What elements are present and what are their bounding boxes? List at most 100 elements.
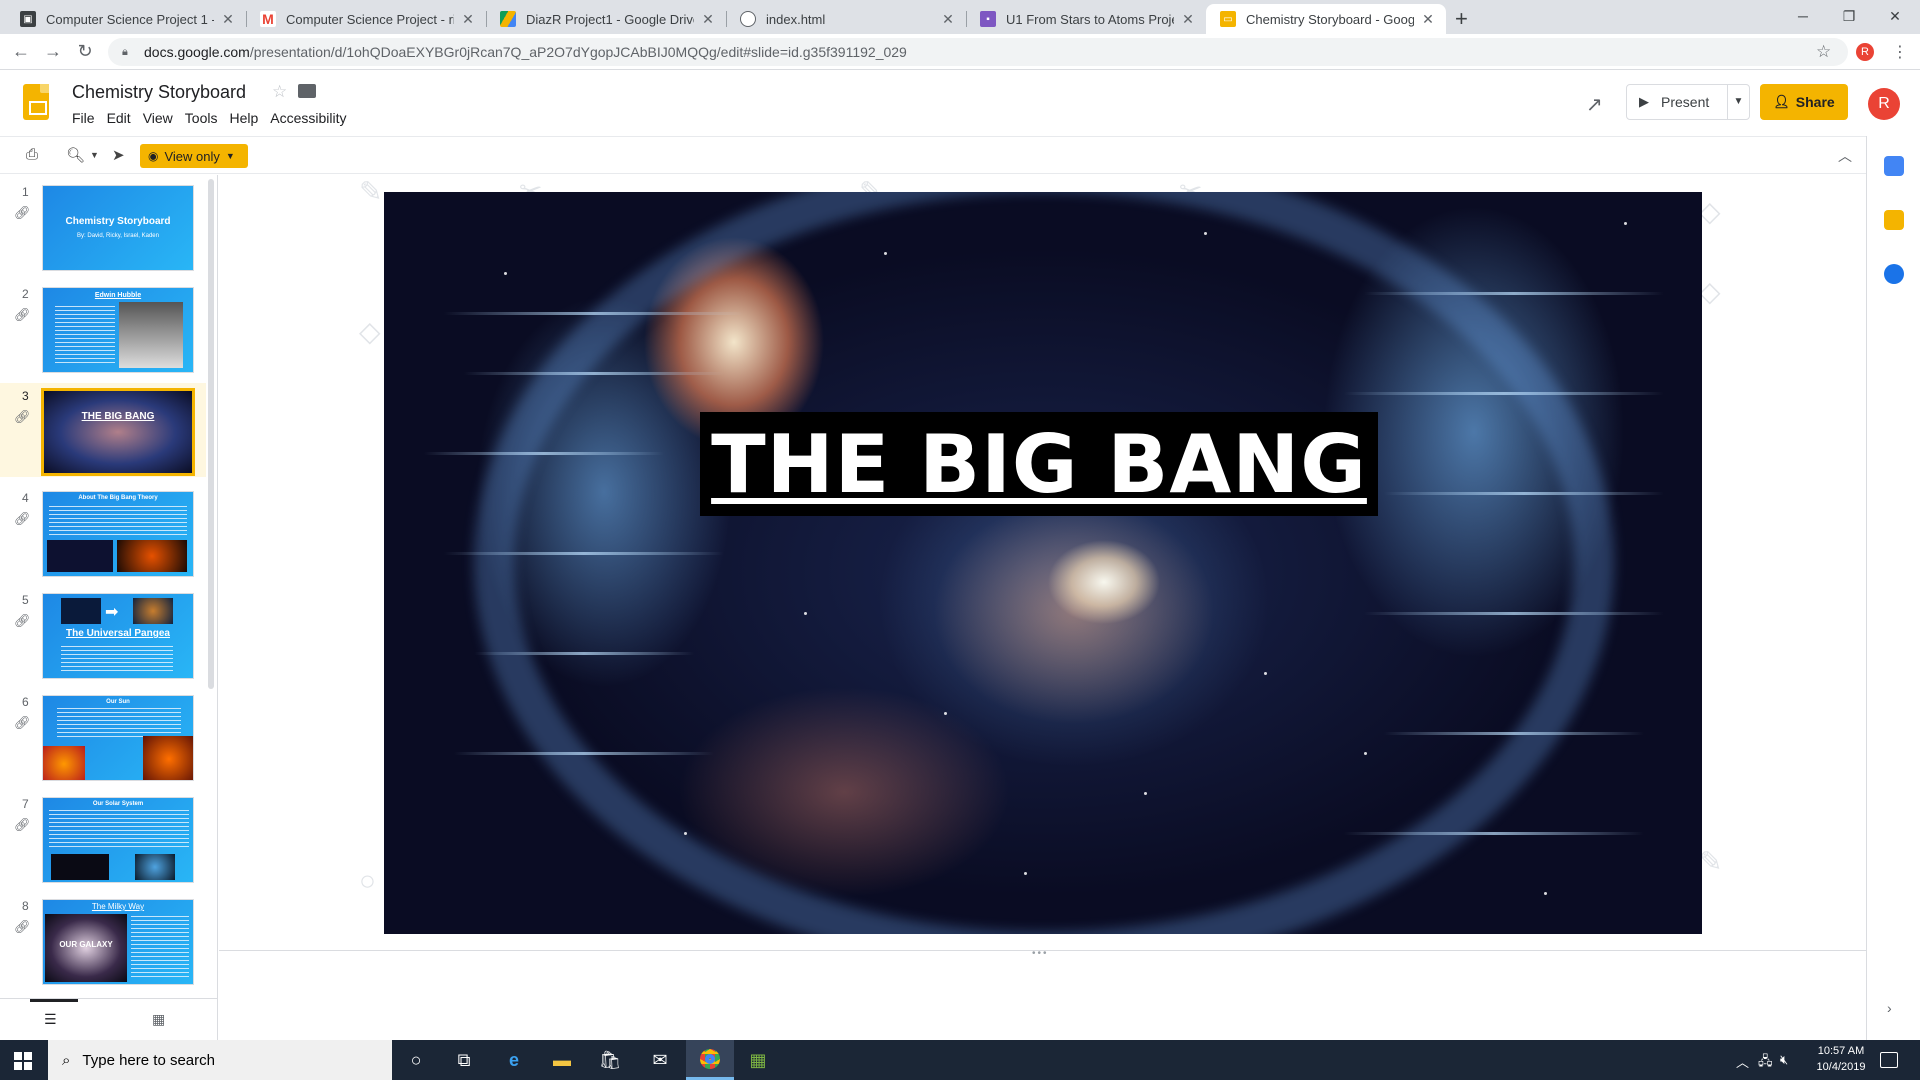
slide-thumbnail-row[interactable]: 2 🔗︎ Edwin Hubble xyxy=(0,281,206,375)
browser-tab[interactable]: ▪ U1 From Stars to Atoms Project- ✕ xyxy=(966,4,1206,34)
expand-panel-icon[interactable]: › xyxy=(1887,1000,1892,1016)
calendar-icon[interactable] xyxy=(1884,156,1904,176)
browser-tab[interactable]: index.html ✕ xyxy=(726,4,966,34)
window-close-icon[interactable]: ✕ xyxy=(1872,4,1918,28)
present-dropdown-icon[interactable]: ▼ xyxy=(1727,85,1749,119)
star-dot xyxy=(804,612,807,615)
volume-mute-icon[interactable]: 🔇︎ xyxy=(1780,1052,1788,1068)
menu-tools[interactable]: Tools xyxy=(185,110,218,126)
slide-thumbnail-row[interactable]: 6 🔗︎ Our Sun xyxy=(0,689,206,783)
account-avatar[interactable]: R xyxy=(1868,88,1900,120)
windows-start-icon[interactable] xyxy=(14,1052,32,1070)
notification-icon[interactable] xyxy=(1880,1052,1898,1068)
reload-icon[interactable]: ↻ xyxy=(74,41,96,62)
share-label: Share xyxy=(1795,94,1835,110)
file-explorer-icon[interactable]: ▬ xyxy=(538,1040,586,1080)
menu-edit[interactable]: Edit xyxy=(107,110,131,126)
url-input[interactable]: 🔒︎ docs.google.com/presentation/d/1ohQDo… xyxy=(108,38,1848,66)
tray-chevron-icon[interactable]: ︿ xyxy=(1736,1052,1749,1071)
share-button[interactable]: 👤︎ Share xyxy=(1760,84,1848,120)
filmstrip-scrollbar[interactable] xyxy=(208,179,214,689)
browser-tab-active[interactable]: ▭ Chemistry Storyboard - Google S ✕ xyxy=(1206,4,1446,34)
new-tab-icon[interactable]: + xyxy=(1455,6,1468,32)
slide-thumbnail[interactable]: About The Big Bang Theory xyxy=(42,491,194,577)
taskbar-clock[interactable]: 10:57 AM 10/4/2019 xyxy=(1804,1043,1878,1075)
slide-thumbnail[interactable]: Edwin Hubble xyxy=(42,287,194,373)
speaker-notes[interactable] xyxy=(219,956,1866,1040)
slide-thumbnail-row[interactable]: 5 🔗︎ ➡ The Universal Pangea xyxy=(0,587,206,681)
folder-icon[interactable] xyxy=(298,84,316,98)
current-slide[interactable]: THE BIG BANG xyxy=(384,192,1702,934)
star-dot xyxy=(1624,222,1627,225)
edge-icon[interactable]: e xyxy=(490,1040,538,1080)
view-only-button[interactable]: ◉ View only ▼ xyxy=(140,144,248,168)
keep-icon[interactable] xyxy=(1884,210,1904,230)
activity-dashboard-icon[interactable]: ↗ xyxy=(1586,92,1603,117)
slide-thumbnail-row[interactable]: 7 🔗︎ Our Solar System xyxy=(0,791,206,885)
arrow-right-icon: ➡ xyxy=(105,604,119,621)
thumbnail-text-lines xyxy=(61,646,173,674)
slide-thumbnail[interactable]: The Milky Way OUR GALAXY xyxy=(42,899,194,985)
print-icon[interactable]: ⎙ xyxy=(26,146,38,163)
menu-view[interactable]: View xyxy=(143,110,173,126)
task-view-icon[interactable]: ⧉ xyxy=(440,1040,488,1080)
thumbnail-subtitle: By: David, Ricky, Israel, Kaden xyxy=(77,233,159,239)
link-icon: 🔗︎ xyxy=(14,409,31,424)
collapse-toolbar-icon[interactable]: ︿ xyxy=(1838,146,1852,166)
close-icon[interactable]: ✕ xyxy=(940,11,956,28)
close-icon[interactable]: ✕ xyxy=(220,11,236,28)
thumbnail-title: Edwin Hubble xyxy=(94,292,142,299)
filmstrip-view-icon[interactable]: ☰ xyxy=(44,1011,57,1028)
minimize-icon[interactable]: ─ xyxy=(1780,4,1826,28)
close-icon[interactable]: ✕ xyxy=(1420,11,1436,28)
slide-thumbnail-row[interactable]: 1 🔗︎ Chemistry Storyboard By: David, Ric… xyxy=(0,179,206,273)
slides-icon: ▭ xyxy=(1220,11,1236,27)
browser-tab[interactable]: ▣ Computer Science Project 1 - Ho ✕ xyxy=(6,4,246,34)
restore-icon[interactable]: ❐ xyxy=(1826,4,1872,28)
slide-thumbnail[interactable]: Our Solar System xyxy=(42,797,194,883)
zoom-dropdown-icon[interactable]: ▼ xyxy=(90,150,99,160)
slide-thumbnail[interactable]: Our Sun xyxy=(42,695,194,781)
slide-thumbnail-row[interactable]: 4 🔗︎ About The Big Bang Theory xyxy=(0,485,206,579)
close-icon[interactable]: ✕ xyxy=(460,11,476,28)
close-icon[interactable]: ✕ xyxy=(1180,11,1196,28)
chrome-icon[interactable] xyxy=(686,1040,734,1080)
store-icon[interactable]: 🛍︎ xyxy=(586,1040,634,1080)
menu-help[interactable]: Help xyxy=(229,110,258,126)
taskbar-search[interactable]: ⌕ Type here to search xyxy=(48,1040,392,1080)
grid-view-icon[interactable]: ▦ xyxy=(152,1011,165,1028)
network-icon[interactable]: 🖧︎ xyxy=(1758,1052,1773,1074)
browser-profile-avatar[interactable]: R xyxy=(1856,43,1874,61)
present-button[interactable]: ▶ Present ▼ xyxy=(1626,84,1750,120)
background-doodle: ✎ xyxy=(1699,846,1723,877)
browser-tab[interactable]: M Computer Science Project - ricard ✕ xyxy=(246,4,486,34)
cortana-icon[interactable]: ○ xyxy=(392,1040,440,1080)
slide-thumbnail[interactable]: ➡ The Universal Pangea xyxy=(42,593,194,679)
slide-thumbnail[interactable]: THE BIG BANG xyxy=(41,388,195,476)
close-icon[interactable]: ✕ xyxy=(700,11,716,28)
thumbnail-title: About The Big Bang Theory xyxy=(78,495,158,501)
select-cursor-icon[interactable]: ➤ xyxy=(112,146,125,164)
zoom-icon[interactable]: 🔍︎ xyxy=(66,146,85,164)
menu-accessibility[interactable]: Accessibility xyxy=(270,110,346,126)
tasks-icon[interactable] xyxy=(1884,264,1904,284)
forward-icon[interactable]: → xyxy=(42,41,64,62)
notes-app-icon[interactable]: ▦ xyxy=(734,1040,782,1080)
browser-tab[interactable]: DiazR Project1 - Google Drive ✕ xyxy=(486,4,726,34)
slide-thumbnail[interactable]: Chemistry Storyboard By: David, Ricky, I… xyxy=(42,185,194,271)
browser-menu-icon[interactable]: ⋮ xyxy=(1892,42,1908,62)
slide-title-box[interactable]: THE BIG BANG xyxy=(700,412,1378,516)
star-icon[interactable]: ☆ xyxy=(272,82,287,102)
document-title[interactable]: Chemistry Storyboard xyxy=(72,82,246,103)
thumbnail-image-label: OUR GALAXY xyxy=(59,940,113,949)
tab-title: U1 From Stars to Atoms Project- xyxy=(1006,11,1174,27)
slide-thumbnail-row-selected[interactable]: 3 🔗︎ THE BIG BANG xyxy=(0,383,206,477)
menu-file[interactable]: File xyxy=(72,110,95,126)
slide-thumbnail-row[interactable]: 8 🔗︎ The Milky Way OUR GALAXY xyxy=(0,893,206,987)
bookmark-star-icon[interactable]: ☆ xyxy=(1816,42,1831,62)
thumbnail-image xyxy=(117,540,187,572)
light-streak xyxy=(444,552,724,555)
mail-icon[interactable]: ✉ xyxy=(636,1040,684,1080)
slides-logo-icon[interactable] xyxy=(23,84,49,120)
back-icon[interactable]: ← xyxy=(10,41,32,62)
